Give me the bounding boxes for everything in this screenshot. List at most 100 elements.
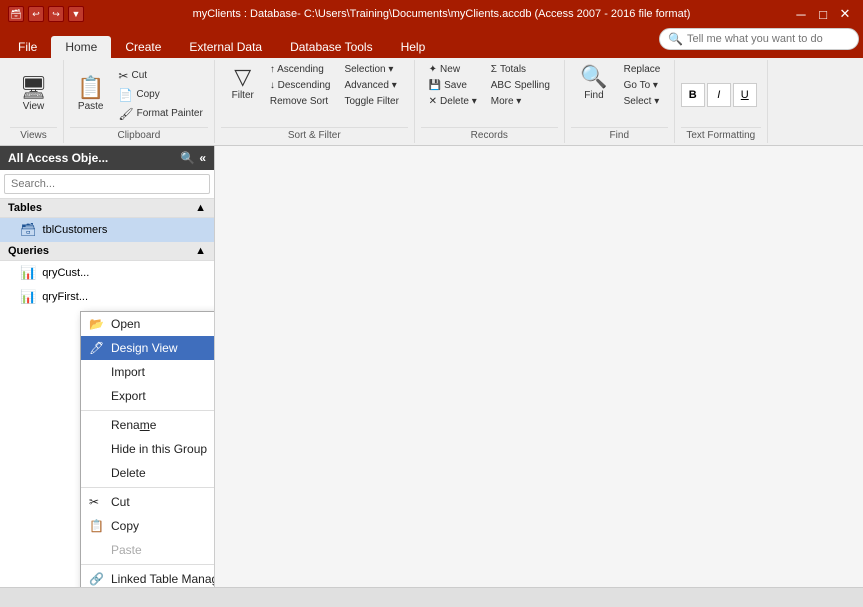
sidebar-item-qrycust[interactable]: 📊 qryCust... <box>0 261 214 285</box>
title-bar-icons: 🗃 ↩ ↪ ▼ <box>8 6 84 22</box>
context-rename[interactable]: Rename <box>81 413 215 437</box>
delete-label: Delete ▾ <box>440 96 477 107</box>
new-label: New <box>440 64 460 75</box>
design-view-icon: 🖊 <box>89 341 104 355</box>
views-group: 🖥 View Views <box>4 60 64 143</box>
ribbon-search-input[interactable] <box>687 33 850 45</box>
bold-button[interactable]: B <box>681 83 705 107</box>
sort-filter-group-label: Sort & Filter <box>221 127 408 141</box>
sidebar-collapse-icon[interactable]: « <box>199 151 206 165</box>
copy-ctx-icon: 📋 <box>89 519 104 533</box>
descending-label: ↓ Descending <box>270 80 331 91</box>
go-to-button[interactable]: Go To ▾ <box>619 78 666 93</box>
filter-icon: ▽ <box>234 66 251 88</box>
ribbon: 🖥 View Views 📋 Paste ✂ Cut 📄 Copy <box>0 58 863 146</box>
title-bar-controls: ─ □ ✕ <box>791 5 855 23</box>
views-group-label: Views <box>10 127 57 141</box>
tables-label: Tables <box>8 202 42 214</box>
filter-col: Selection ▾ Advanced ▾ Toggle Filter <box>339 62 403 109</box>
ascending-button[interactable]: ↑ Ascending <box>265 62 336 77</box>
spelling-button[interactable]: ABC Spelling <box>486 78 555 93</box>
quick-access-icon[interactable]: ▼ <box>68 6 84 22</box>
minimize-button[interactable]: ─ <box>791 5 811 23</box>
tab-help[interactable]: Help <box>387 36 440 58</box>
sidebar-search[interactable]: 🔍 <box>0 170 214 199</box>
italic-button[interactable]: I <box>707 83 731 107</box>
records-content: ✦ New 💾 Save ✕ Delete ▾ Σ Totals <box>424 62 555 127</box>
format-painter-label: Format Painter <box>137 108 203 119</box>
filter-button[interactable]: ▽ Filter <box>225 62 261 105</box>
tab-create[interactable]: Create <box>111 36 175 58</box>
sidebar-item-qryfirst[interactable]: 📊 qryFirst... <box>0 285 214 309</box>
sidebar-item-tblcustomers[interactable]: 🗃 tblCustomers <box>0 218 214 242</box>
sidebar-search-input[interactable] <box>4 174 210 194</box>
context-import[interactable]: Import <box>81 360 215 384</box>
context-export[interactable]: Export ▶ <box>81 384 215 408</box>
save-button[interactable]: 💾 Save <box>424 78 482 93</box>
tab-home[interactable]: Home <box>51 36 111 58</box>
paste-button[interactable]: 📋 Paste <box>70 73 111 116</box>
linked-icon: 🔗 <box>89 572 104 586</box>
sidebar-search-icon[interactable]: 🔍 <box>180 151 195 165</box>
records-group-label: Records <box>421 127 558 141</box>
totals-button[interactable]: Σ Totals <box>486 62 555 77</box>
toggle-filter-button[interactable]: Toggle Filter <box>339 94 403 109</box>
advanced-button[interactable]: Advanced ▾ <box>339 78 403 93</box>
records-group: ✦ New 💾 Save ✕ Delete ▾ Σ Totals <box>415 60 565 143</box>
new-button[interactable]: ✦ New <box>424 62 482 77</box>
tab-file[interactable]: File <box>4 36 51 58</box>
descending-button[interactable]: ↓ Descending <box>265 78 336 93</box>
format-painter-button[interactable]: 🖌 Format Painter <box>113 105 207 123</box>
ribbon-search-bar[interactable]: 🔍 <box>659 28 859 50</box>
context-cut[interactable]: ✂ Cut <box>81 490 215 514</box>
cut-icon: ✂ <box>118 69 128 83</box>
toggle-filter-label: Toggle Filter <box>344 96 398 107</box>
filter-label: Filter <box>232 90 254 101</box>
redo-icon[interactable]: ↪ <box>48 6 64 22</box>
copy-button[interactable]: 📄 Copy <box>113 86 207 104</box>
more-button[interactable]: More ▾ <box>486 94 555 109</box>
body-layout: All Access Obje... 🔍 « 🔍 Tables ▲ 🗃 tblC… <box>0 146 863 587</box>
selection-button[interactable]: Selection ▾ <box>339 62 403 77</box>
select-button[interactable]: Select ▾ <box>619 94 666 109</box>
remove-sort-button[interactable]: Remove Sort <box>265 94 336 109</box>
context-open[interactable]: 📂 Open <box>81 312 215 336</box>
paste-icon: 📋 <box>77 77 104 99</box>
delete-button[interactable]: ✕ Delete ▾ <box>424 94 482 109</box>
tab-database-tools[interactable]: Database Tools <box>276 36 387 58</box>
replace-button[interactable]: Replace <box>619 62 666 77</box>
cut-label: Cut <box>131 70 147 81</box>
queries-collapse-icon[interactable]: ▲ <box>195 245 206 257</box>
status-bar <box>0 587 863 607</box>
open-icon: 📂 <box>89 317 104 331</box>
context-delete[interactable]: Delete <box>81 461 215 485</box>
main-content <box>215 146 863 587</box>
undo-icon[interactable]: ↩ <box>28 6 44 22</box>
tables-collapse-icon[interactable]: ▲ <box>195 202 206 214</box>
sidebar: All Access Obje... 🔍 « 🔍 Tables ▲ 🗃 tblC… <box>0 146 215 587</box>
underline-button[interactable]: U <box>733 83 757 107</box>
table-icon: 🗃 <box>20 222 37 238</box>
context-hide-group[interactable]: Hide in this Group <box>81 437 215 461</box>
queries-label: Queries <box>8 245 49 257</box>
context-linked-table-manager[interactable]: 🔗 Linked Table Manager <box>81 567 215 587</box>
records-col2: Σ Totals ABC Spelling More ▾ <box>486 62 555 109</box>
replace-label: Replace <box>624 64 661 75</box>
close-button[interactable]: ✕ <box>835 5 855 23</box>
maximize-button[interactable]: □ <box>813 5 833 23</box>
paste-label: Paste <box>78 101 104 112</box>
queries-section-header: Queries ▲ <box>0 242 214 261</box>
query-item-label-1: qryCust... <box>42 267 89 279</box>
view-button[interactable]: 🖥 View <box>13 73 55 116</box>
spelling-icon: ABC <box>491 80 512 91</box>
find-button[interactable]: 🔍 Find <box>573 62 614 105</box>
clipboard-group-content: 📋 Paste ✂ Cut 📄 Copy 🖌 Format Painter <box>70 62 208 127</box>
find-icon: 🔍 <box>580 66 607 88</box>
context-copy[interactable]: 📋 Copy <box>81 514 215 538</box>
ascending-label: ↑ Ascending <box>270 64 324 75</box>
copy-label: Copy <box>136 89 159 100</box>
copy-icon: 📄 <box>118 88 133 102</box>
tab-external-data[interactable]: External Data <box>175 36 276 58</box>
cut-button[interactable]: ✂ Cut <box>113 67 207 85</box>
context-design-view[interactable]: 🖊 Design View <box>81 336 215 360</box>
